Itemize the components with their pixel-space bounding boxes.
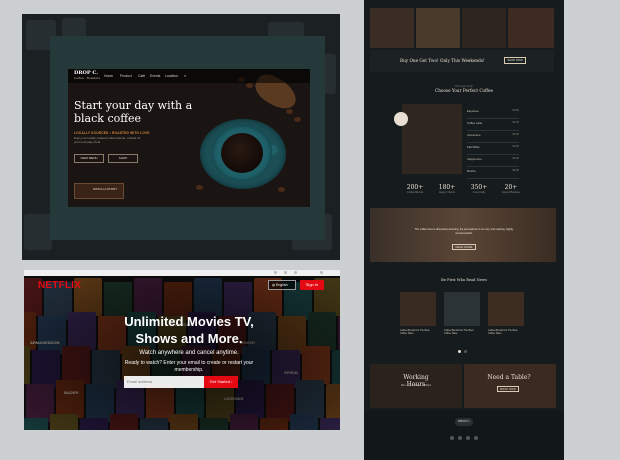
news-title: Be First Who Read News bbox=[441, 278, 487, 282]
nav-product[interactable]: Product bbox=[120, 74, 132, 78]
coffee-navbar: DROP C. Coffee · Roasters Home Product C… bbox=[68, 69, 310, 83]
coffee-bean bbox=[294, 117, 301, 122]
footer-logo[interactable]: DROP C. bbox=[364, 419, 564, 423]
netflix-subline: Watch anywhere and cancel anytime. bbox=[139, 350, 239, 356]
nav-location[interactable]: Location bbox=[165, 74, 178, 78]
netflix-landing-screenshot: ARMAGEDDONSTRANGERMOKERSPIRALLEGENDSBADE… bbox=[24, 270, 340, 430]
hero-title: Start your day with a black coffee bbox=[74, 99, 193, 125]
book-now-button[interactable]: BOOK NOW bbox=[497, 386, 519, 392]
carousel-dot-active[interactable] bbox=[458, 350, 461, 353]
news-photo bbox=[400, 292, 436, 326]
section-title: Choose Your Perfect Coffee bbox=[434, 88, 493, 93]
stat-block: 180+ Happy Clients bbox=[438, 184, 456, 194]
language-value: English bbox=[276, 283, 288, 287]
menu-item[interactable]: Cappuccino $4.00 bbox=[467, 156, 519, 167]
search-icon[interactable]: ⌕ bbox=[184, 73, 186, 78]
footer-social-icons[interactable] bbox=[450, 436, 478, 440]
stat-block: 20+ Expert Baristas bbox=[502, 184, 520, 194]
email-input[interactable]: Email address bbox=[124, 376, 204, 388]
coffee-long-page-screenshot: Buy One Get Two! Only This Weekends! SHO… bbox=[364, 0, 564, 460]
language-select[interactable]: ◍ English bbox=[268, 280, 296, 290]
menu-item[interactable]: Americano $3.00 bbox=[467, 132, 519, 143]
stat-block: 200+ Coffee Blends bbox=[406, 184, 424, 194]
hero-subheading: LOCALLY SOURCED • ROASTED WITH LOVE bbox=[74, 131, 150, 135]
shop-button[interactable]: SHOP bbox=[108, 154, 138, 163]
netflix-headline: Unlimited Movies TV, Shows and More. bbox=[124, 314, 254, 346]
news-item-title[interactable]: Coffee Blends For The Best Coffee Taste bbox=[400, 329, 436, 335]
coffee-bean bbox=[246, 83, 253, 88]
black-coffee bbox=[221, 133, 263, 173]
video-thumbnail[interactable]: WATCH A STORY bbox=[74, 183, 124, 199]
coffee-photo bbox=[370, 8, 414, 48]
menu-item[interactable]: Espresso $3.50 bbox=[467, 108, 519, 119]
stat-block: 350+ Cups Daily bbox=[470, 184, 488, 194]
news-item-title[interactable]: Coffee Blends For The Best Coffee Taste bbox=[444, 329, 480, 335]
get-started-button[interactable]: Get Started › bbox=[204, 376, 238, 388]
need-table-title: Need a Table? bbox=[487, 374, 531, 381]
nav-events[interactable]: Events bbox=[150, 74, 160, 78]
coffee-photo bbox=[462, 8, 506, 48]
promo-shop-button[interactable]: SHOP NOW bbox=[504, 57, 526, 64]
hero-description: Enjoy our locally roasted coffee blends,… bbox=[74, 136, 141, 144]
coffee-photo bbox=[508, 8, 554, 48]
view-menu-button[interactable]: VIEW MENU bbox=[74, 154, 104, 163]
coffee-hero-screenshot: DROP C. Coffee · Roasters Home Product C… bbox=[68, 69, 310, 207]
sign-in-button[interactable]: Sign In bbox=[300, 280, 324, 290]
nav-home[interactable]: Home bbox=[104, 74, 113, 78]
coffee-bean bbox=[286, 109, 293, 114]
carousel-dot[interactable] bbox=[464, 350, 467, 353]
menu-item[interactable]: Coffee Latte $4.00 bbox=[467, 120, 519, 131]
coffee-bean bbox=[196, 185, 203, 190]
nav-cafe[interactable]: Cafe bbox=[138, 74, 145, 78]
news-item-title[interactable]: Coffee Blends For The Best Coffee Taste bbox=[488, 329, 524, 335]
coffee-logo[interactable]: DROP C. Coffee · Roasters bbox=[74, 71, 100, 81]
coffee-bean bbox=[278, 187, 285, 192]
news-photo bbox=[444, 292, 480, 326]
coffee-badge-icon bbox=[394, 112, 408, 126]
coffee-photo bbox=[416, 8, 460, 48]
news-photo bbox=[488, 292, 524, 326]
working-hours-text: Mon - Fri: 8:00am - 10:00pm bbox=[400, 384, 432, 387]
read-more-button[interactable]: READ MORE bbox=[452, 244, 476, 250]
netflix-logo[interactable]: NETFLIX bbox=[38, 280, 81, 291]
menu-item[interactable]: Mocha $5.00 bbox=[467, 168, 519, 179]
thumbnail-label: WATCH A STORY bbox=[93, 187, 118, 191]
coffee-drink-photo bbox=[402, 104, 462, 174]
menu-item[interactable]: Flat White $4.50 bbox=[467, 144, 519, 155]
promo-text: Buy One Get Two! Only This Weekends! bbox=[400, 58, 485, 63]
netflix-cta-text: Ready to watch? Enter your email to crea… bbox=[124, 360, 254, 373]
testimonial-quote: The coffee here is absolutely amazing, t… bbox=[414, 228, 514, 235]
